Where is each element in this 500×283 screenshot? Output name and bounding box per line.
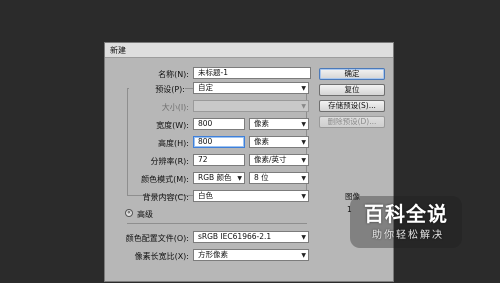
- background-label: 背景内容(C):: [142, 193, 189, 202]
- height-label: 高度(H):: [158, 139, 189, 148]
- color-mode-label: 颜色模式(M):: [141, 175, 189, 184]
- background-value: 白色: [198, 191, 213, 200]
- height-input[interactable]: 800: [193, 136, 245, 148]
- new-document-dialog: 新建 名称(N): 未标题-1 预设(P): 自定 ▼ 大小(I): ▼ 宽度(…: [104, 42, 394, 282]
- ok-button[interactable]: 确定: [319, 68, 385, 80]
- size-select[interactable]: ▼: [193, 100, 309, 112]
- width-unit-value: 像素: [254, 119, 269, 128]
- height-unit-select[interactable]: 像素 ▼: [249, 136, 309, 148]
- pixel-aspect-value: 方形像素: [198, 250, 228, 259]
- collapse-toggle-icon[interactable]: «: [125, 209, 133, 217]
- pixel-aspect-label: 像素长宽比(X):: [134, 252, 189, 261]
- color-profile-value: sRGB IEC61966-2.1: [198, 232, 272, 241]
- preset-label: 预设(P):: [129, 84, 185, 95]
- width-label: 宽度(W):: [156, 121, 189, 130]
- dialog-title-bar[interactable]: 新建: [105, 43, 393, 58]
- preset-select[interactable]: 自定 ▼: [193, 82, 309, 94]
- chevron-down-icon: ▼: [301, 139, 306, 146]
- name-input[interactable]: 未标题-1: [193, 67, 311, 79]
- save-preset-button[interactable]: 存储预设(S)...: [319, 100, 385, 112]
- chevron-down-icon: ▼: [301, 85, 306, 92]
- chevron-down-icon: ▼: [237, 175, 242, 182]
- color-profile-label: 颜色配置文件(O):: [125, 234, 189, 243]
- delete-preset-button[interactable]: 删除预设(D)...: [319, 116, 385, 128]
- chevron-down-icon: ▼: [301, 157, 306, 164]
- chevron-down-icon: ▼: [301, 193, 306, 200]
- resolution-unit-value: 像素/英寸: [254, 155, 287, 164]
- bit-depth-select[interactable]: 8 位 ▼: [249, 172, 309, 184]
- reset-button[interactable]: 复位: [319, 84, 385, 96]
- resolution-input[interactable]: 72: [193, 154, 245, 166]
- resolution-label: 分辨率(R):: [150, 157, 190, 166]
- chevron-down-icon: ▼: [301, 252, 306, 259]
- advanced-label: 高级: [137, 209, 156, 220]
- watermark-title: 百科全说: [364, 202, 448, 226]
- pixel-aspect-select[interactable]: 方形像素 ▼: [193, 249, 309, 261]
- width-input[interactable]: 800: [193, 118, 245, 130]
- chevron-down-icon: ▼: [301, 234, 306, 241]
- name-label: 名称(N):: [158, 70, 189, 79]
- background-select[interactable]: 白色 ▼: [193, 190, 309, 202]
- preset-value: 自定: [198, 83, 213, 92]
- dialog-title: 新建: [110, 46, 126, 55]
- height-unit-value: 像素: [254, 137, 269, 146]
- width-unit-select[interactable]: 像素 ▼: [249, 118, 309, 130]
- bit-depth-value: 8 位: [254, 173, 269, 182]
- color-profile-select[interactable]: sRGB IEC61966-2.1 ▼: [193, 231, 309, 243]
- chevron-down-icon: ▼: [301, 175, 306, 182]
- size-label: 大小(I):: [161, 103, 189, 112]
- watermark-subtitle: 助你轻松解决: [372, 230, 444, 241]
- color-mode-value: RGB 颜色: [198, 173, 232, 182]
- resolution-unit-select[interactable]: 像素/英寸 ▼: [249, 154, 309, 166]
- chevron-down-icon: ▼: [301, 103, 306, 110]
- chevron-down-icon: ▼: [301, 121, 306, 128]
- color-mode-select[interactable]: RGB 颜色 ▼: [193, 172, 245, 184]
